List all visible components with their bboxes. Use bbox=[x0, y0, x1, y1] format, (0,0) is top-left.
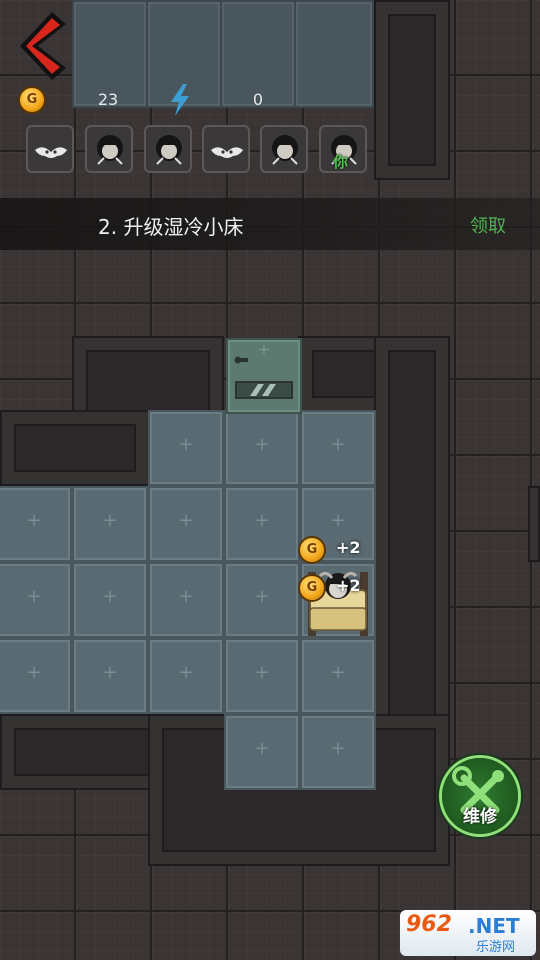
player-slot-self[interactable]: 你 bbox=[319, 125, 367, 173]
watermark-subtitle: 乐游网 bbox=[476, 940, 516, 955]
floor-tile[interactable] bbox=[0, 562, 72, 638]
girl-avatar-icon bbox=[272, 135, 298, 165]
gold-count: 23 bbox=[97, 90, 119, 109]
floor-tile[interactable] bbox=[224, 638, 300, 714]
task-text: 2. 升级湿冷小床 bbox=[98, 215, 244, 239]
floor-tile[interactable] bbox=[72, 638, 148, 714]
ghost-bat-icon bbox=[211, 147, 243, 158]
player-slot[interactable] bbox=[26, 125, 74, 173]
floor-tile[interactable] bbox=[148, 410, 224, 486]
back-button[interactable] bbox=[16, 10, 72, 80]
floor-tile[interactable] bbox=[0, 486, 72, 562]
floor-tile[interactable] bbox=[148, 486, 224, 562]
self-marker-label: 你 bbox=[333, 153, 349, 171]
lightning-icon bbox=[168, 84, 192, 116]
player-slot[interactable] bbox=[202, 125, 250, 173]
player-slot[interactable] bbox=[85, 125, 133, 173]
girl-avatar-icon bbox=[156, 135, 182, 165]
claim-button[interactable]: 领取 bbox=[470, 212, 506, 238]
player-slot[interactable] bbox=[260, 125, 308, 173]
gold-coin-icon: G bbox=[20, 88, 44, 112]
door-icon: + bbox=[234, 342, 293, 399]
chevron-left-icon bbox=[20, 12, 66, 80]
floor-tile[interactable] bbox=[0, 638, 72, 714]
gold-gain-label: +2 bbox=[336, 538, 361, 557]
cold-bed[interactable] bbox=[302, 562, 374, 642]
player-slot[interactable] bbox=[144, 125, 192, 173]
floor-tile[interactable] bbox=[224, 714, 300, 790]
floor-tile[interactable] bbox=[224, 486, 300, 562]
floor-tile[interactable] bbox=[300, 714, 376, 790]
floor-tile[interactable] bbox=[148, 562, 224, 638]
gold-coin-icon: G bbox=[300, 576, 324, 600]
floor-tile[interactable] bbox=[300, 638, 376, 714]
corridor-wall bbox=[0, 410, 150, 486]
floor-tile[interactable] bbox=[224, 410, 300, 486]
gold-coin-icon: G bbox=[300, 538, 324, 562]
girl-avatar-icon bbox=[97, 135, 123, 165]
watermark-suffix: .NET bbox=[468, 914, 520, 938]
floor-tile[interactable] bbox=[148, 638, 224, 714]
site-watermark: 962 .NET 乐游网 bbox=[400, 910, 536, 956]
bed-icon bbox=[308, 571, 368, 636]
corridor-wall bbox=[374, 0, 450, 180]
repair-label: 维修 bbox=[463, 807, 497, 827]
corridor-wall bbox=[528, 486, 540, 562]
watermark-brand: 962 bbox=[406, 912, 452, 937]
gold-gain-label: +2 bbox=[336, 576, 361, 595]
repair-button[interactable]: 维修 bbox=[442, 758, 518, 834]
floor-tile[interactable] bbox=[72, 562, 148, 638]
room-door[interactable]: + bbox=[226, 338, 302, 414]
floor-tile[interactable] bbox=[72, 486, 148, 562]
energy-count: 0 bbox=[252, 90, 264, 109]
ghost-bat-icon bbox=[35, 147, 67, 158]
svg-text:+: + bbox=[258, 342, 270, 358]
floor-tile[interactable] bbox=[224, 562, 300, 638]
floor-tile[interactable] bbox=[300, 410, 376, 486]
task-banner: 2. 升级湿冷小床 领取 bbox=[0, 198, 540, 250]
